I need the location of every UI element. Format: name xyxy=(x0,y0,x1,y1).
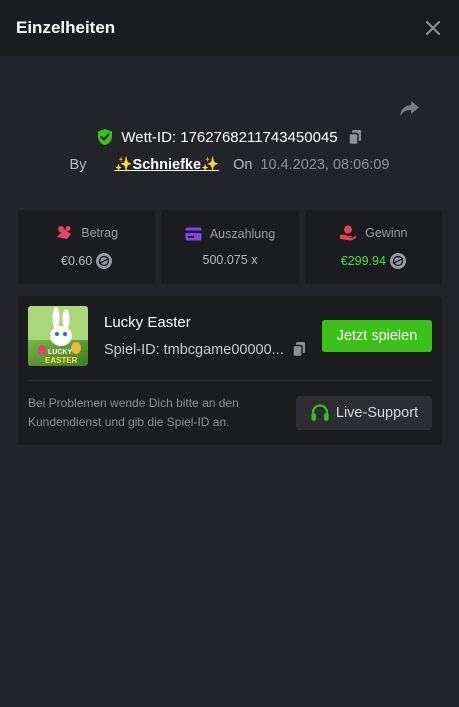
share-icon xyxy=(400,101,419,116)
bet-meta-row: By ✨Schniefke✨ On 10.4.2023, 08:06:09 xyxy=(0,156,459,174)
stat-payout: Auszahlung 500.075 x xyxy=(161,210,299,284)
divider xyxy=(28,380,432,381)
close-button[interactable] xyxy=(423,18,443,38)
bet-datetime: 10.4.2023, 08:06:09 xyxy=(260,156,390,173)
game-id: Spiel-ID: tmbcgame00000... xyxy=(104,341,284,358)
stat-win: Gewinn €299.94 xyxy=(304,210,442,284)
stat-payout-value: 500.075 x xyxy=(202,253,258,267)
modal-header: Einzelheiten xyxy=(0,0,459,56)
game-card: LUCKY EASTER Lucky Easter Spiel-ID: tmbc… xyxy=(18,296,442,445)
currency-coin-icon xyxy=(389,253,406,269)
thumb-title-1: LUCKY xyxy=(48,349,72,356)
stat-win-value: €299.94 xyxy=(340,254,386,268)
shield-check-icon xyxy=(98,129,113,145)
stat-payout-label: Auszahlung xyxy=(209,227,276,241)
live-support-button[interactable]: Live-Support xyxy=(296,396,432,430)
user-link[interactable]: ✨Schniefke✨ xyxy=(114,156,219,173)
easter-bunny-image: LUCKY EASTER xyxy=(28,306,88,365)
game-name[interactable]: Lucky Easter xyxy=(104,314,191,331)
close-icon xyxy=(426,21,440,35)
stat-amount-label: Betrag xyxy=(81,226,119,240)
live-support-label: Live-Support xyxy=(335,405,419,421)
thumb-title-2: EASTER xyxy=(45,356,78,365)
bet-id-row: Wett-ID: 1762768211743450045 xyxy=(0,128,459,146)
hand-coin-icon xyxy=(340,225,357,241)
currency-coin-icon xyxy=(96,253,113,269)
modal-title: Einzelheiten xyxy=(16,18,116,37)
game-thumbnail[interactable]: LUCKY EASTER xyxy=(28,306,88,366)
copy-game-id-button[interactable] xyxy=(291,341,306,358)
share-button[interactable] xyxy=(398,96,422,120)
card-icon xyxy=(185,227,202,241)
copy-icon xyxy=(291,342,305,358)
stat-amount-value: €0.60 xyxy=(61,254,93,268)
headset-icon xyxy=(311,404,329,421)
stat-amount: Betrag €0.60 xyxy=(18,210,156,284)
stats-row: Betrag €0.60 Auszahlung 500.075 x Gewinn… xyxy=(18,210,442,284)
copy-bet-id-button[interactable] xyxy=(347,129,362,146)
help-text: Bei Problemen wende Dich bitte an den Ku… xyxy=(28,396,239,429)
copy-icon xyxy=(347,129,361,145)
stat-win-label: Gewinn xyxy=(365,226,408,240)
on-label: On xyxy=(233,156,253,173)
bet-details-modal: Einzelheiten Wett-ID: 176276821174345004… xyxy=(0,0,459,707)
bet-id: Wett-ID: 1762768211743450045 xyxy=(121,128,338,146)
by-label: By xyxy=(69,156,87,173)
game-id-row: Spiel-ID: tmbcgame00000... xyxy=(104,341,306,358)
chip-icon xyxy=(57,226,72,239)
play-now-button[interactable]: Jetzt spielen xyxy=(322,320,432,352)
